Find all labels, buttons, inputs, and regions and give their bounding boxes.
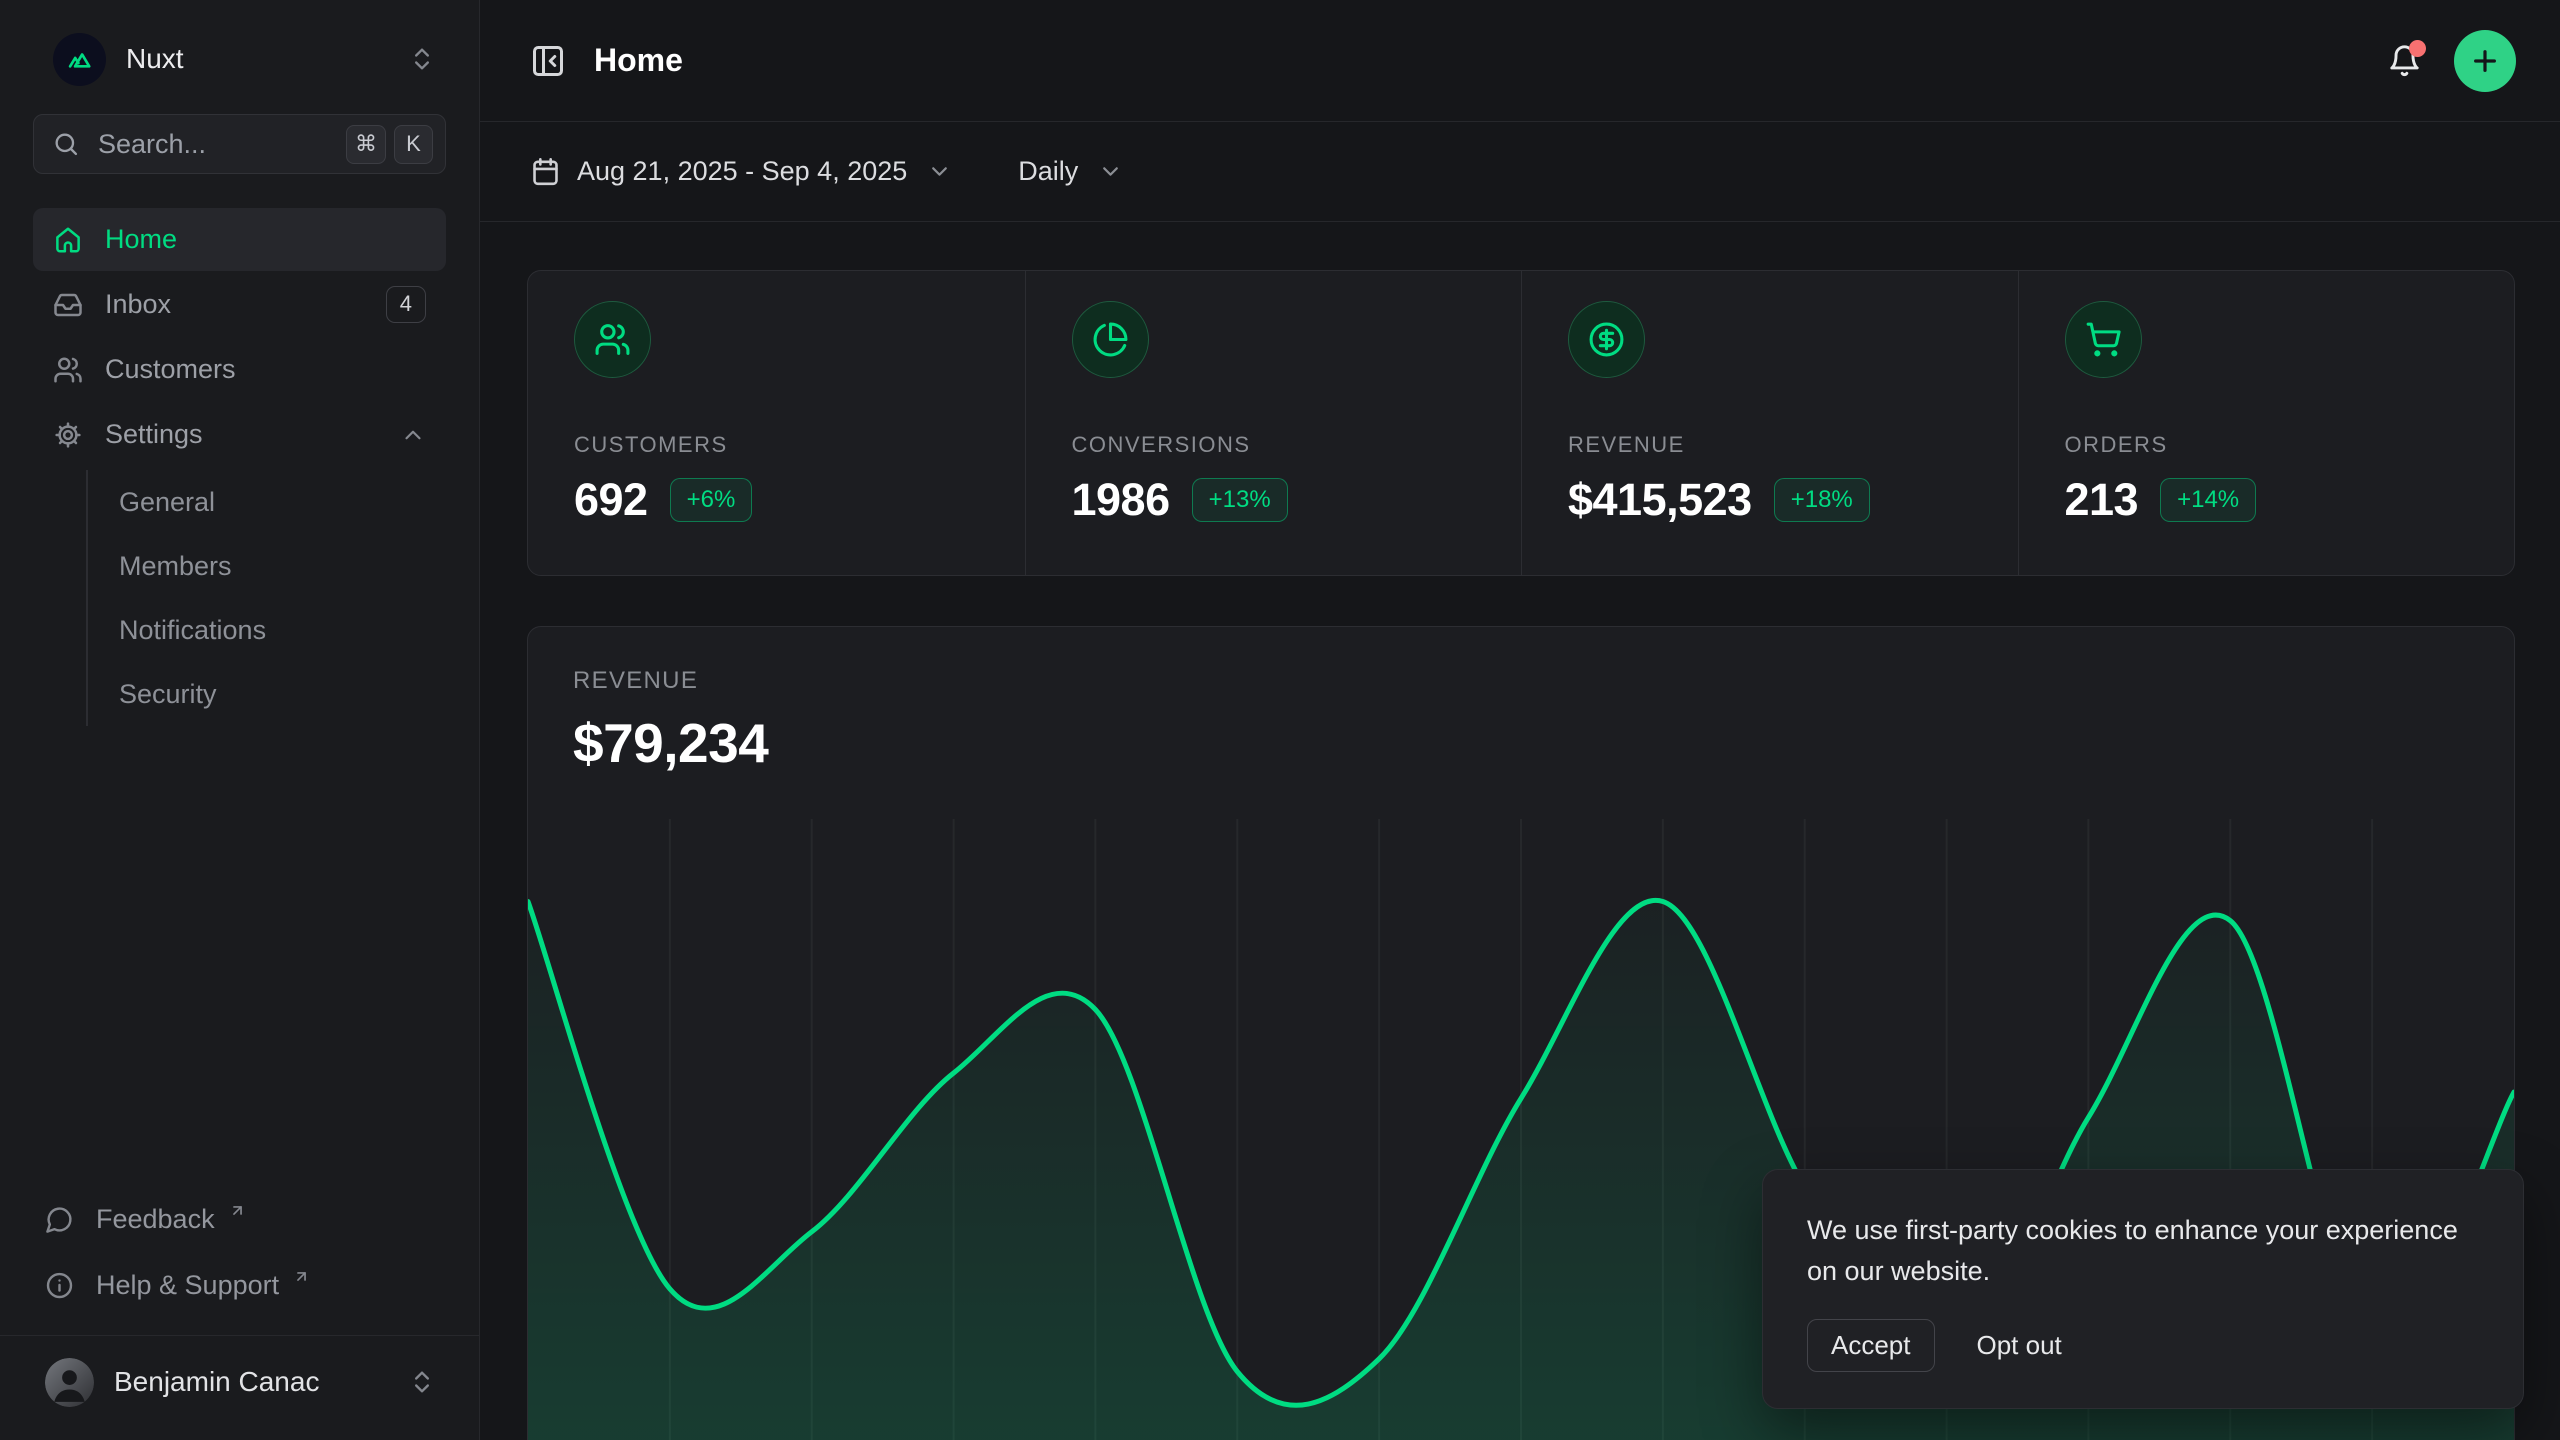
sidebar-divider <box>0 1335 479 1336</box>
inbox-icon <box>53 290 83 320</box>
calendar-icon <box>530 156 561 187</box>
sidebar-item-general[interactable]: General <box>88 470 446 534</box>
k-key: K <box>394 125 433 164</box>
revenue-chart-value: $79,234 <box>573 711 2469 775</box>
sidebar-item-notifications[interactable]: Notifications <box>88 598 446 662</box>
sidebar-item-label: Inbox <box>105 289 171 320</box>
add-button[interactable] <box>2454 30 2516 92</box>
stat-delta-badge: +6% <box>670 478 753 522</box>
sidebar-item-label: Home <box>105 224 177 255</box>
notifications-button[interactable] <box>2387 43 2422 78</box>
sidebar-item-home[interactable]: Home <box>33 208 446 271</box>
sidebar-nav: Home Inbox 4 Customers Settings Ge <box>33 208 446 726</box>
chevrons-up-down-icon <box>408 1368 436 1396</box>
sidebar-item-label: Customers <box>105 354 236 385</box>
stat-revenue: REVENUE $415,523 +18% <box>1521 271 2018 575</box>
help-support-link[interactable]: Help & Support <box>33 1257 446 1313</box>
home-icon <box>53 225 83 255</box>
shopping-cart-icon <box>2065 301 2142 378</box>
sidebar-item-customers[interactable]: Customers <box>33 338 446 401</box>
revenue-chart-label: REVENUE <box>573 667 2469 695</box>
external-link-icon <box>229 1202 246 1219</box>
chevrons-up-down-icon <box>408 45 436 73</box>
user-menu[interactable]: Benjamin Canac <box>33 1348 446 1416</box>
info-circle-icon <box>45 1271 74 1300</box>
sidebar-item-inbox[interactable]: Inbox 4 <box>33 273 446 336</box>
sidebar-item-security[interactable]: Security <box>88 662 446 726</box>
users-icon <box>53 355 83 385</box>
collapse-sidebar-button[interactable] <box>530 43 566 79</box>
sidebar: Nuxt Search... ⌘ K Home Inbox <box>0 0 480 1440</box>
stat-label: CONVERSIONS <box>1072 432 1476 458</box>
stat-label: ORDERS <box>2065 432 2469 458</box>
stat-delta-badge: +18% <box>1774 478 1870 522</box>
stats-row: CUSTOMERS 692 +6% CONVERSIONS 1986 +13% <box>527 270 2515 576</box>
circle-dollar-icon <box>1568 301 1645 378</box>
settings-subnav: General Members Notifications Security <box>86 470 446 726</box>
stat-delta-badge: +14% <box>2160 478 2256 522</box>
workspace-switcher[interactable]: Nuxt <box>33 26 446 92</box>
stat-label: REVENUE <box>1568 432 1972 458</box>
stat-customers: CUSTOMERS 692 +6% <box>528 271 1025 575</box>
message-bubble-icon <box>45 1205 74 1234</box>
granularity-select[interactable]: Daily <box>1018 156 1123 187</box>
optout-cookies-button[interactable]: Opt out <box>1977 1330 2062 1361</box>
feedback-label: Feedback <box>96 1204 215 1235</box>
chevron-up-icon <box>400 422 426 448</box>
granularity-value: Daily <box>1018 156 1078 187</box>
external-link-icon <box>293 1268 310 1285</box>
avatar <box>45 1358 94 1407</box>
search-icon <box>52 130 80 158</box>
pie-chart-icon <box>1072 301 1149 378</box>
stat-value: 692 <box>574 474 648 526</box>
gear-icon <box>53 420 83 450</box>
chevron-down-icon <box>1098 159 1123 184</box>
stat-conversions: CONVERSIONS 1986 +13% <box>1025 271 1522 575</box>
user-name: Benjamin Canac <box>114 1366 319 1398</box>
stat-delta-badge: +13% <box>1192 478 1288 522</box>
date-range-picker[interactable]: Aug 21, 2025 - Sep 4, 2025 <box>530 156 952 187</box>
cmd-key: ⌘ <box>346 125 386 164</box>
date-range-value: Aug 21, 2025 - Sep 4, 2025 <box>577 156 907 187</box>
cookie-banner: We use first-party cookies to enhance yo… <box>1762 1169 2524 1409</box>
panel-left-close-icon <box>530 43 566 79</box>
chevron-down-icon <box>927 159 952 184</box>
notification-dot <box>2409 40 2426 57</box>
search-input[interactable]: Search... ⌘ K <box>33 114 446 174</box>
search-shortcut: ⌘ K <box>346 125 433 164</box>
filters-toolbar: Aug 21, 2025 - Sep 4, 2025 Daily <box>480 122 2560 222</box>
feedback-link[interactable]: Feedback <box>33 1191 446 1247</box>
plus-icon <box>2469 45 2501 77</box>
sidebar-item-settings[interactable]: Settings <box>33 403 446 466</box>
help-support-label: Help & Support <box>96 1270 279 1301</box>
cookie-message: We use first-party cookies to enhance yo… <box>1807 1210 2479 1291</box>
stat-orders: ORDERS 213 +14% <box>2018 271 2515 575</box>
top-header: Home <box>480 0 2560 122</box>
stat-label: CUSTOMERS <box>574 432 979 458</box>
nuxt-logo-icon <box>53 33 106 86</box>
users-icon <box>574 301 651 378</box>
stat-value: 213 <box>2065 474 2139 526</box>
page-title: Home <box>594 42 683 79</box>
stat-value: $415,523 <box>1568 474 1752 526</box>
accept-cookies-button[interactable]: Accept <box>1807 1319 1935 1372</box>
sidebar-item-label: Settings <box>105 419 203 450</box>
sidebar-item-members[interactable]: Members <box>88 534 446 598</box>
search-placeholder: Search... <box>98 129 206 160</box>
inbox-count-badge: 4 <box>386 286 426 323</box>
workspace-name: Nuxt <box>126 43 184 75</box>
stat-value: 1986 <box>1072 474 1170 526</box>
